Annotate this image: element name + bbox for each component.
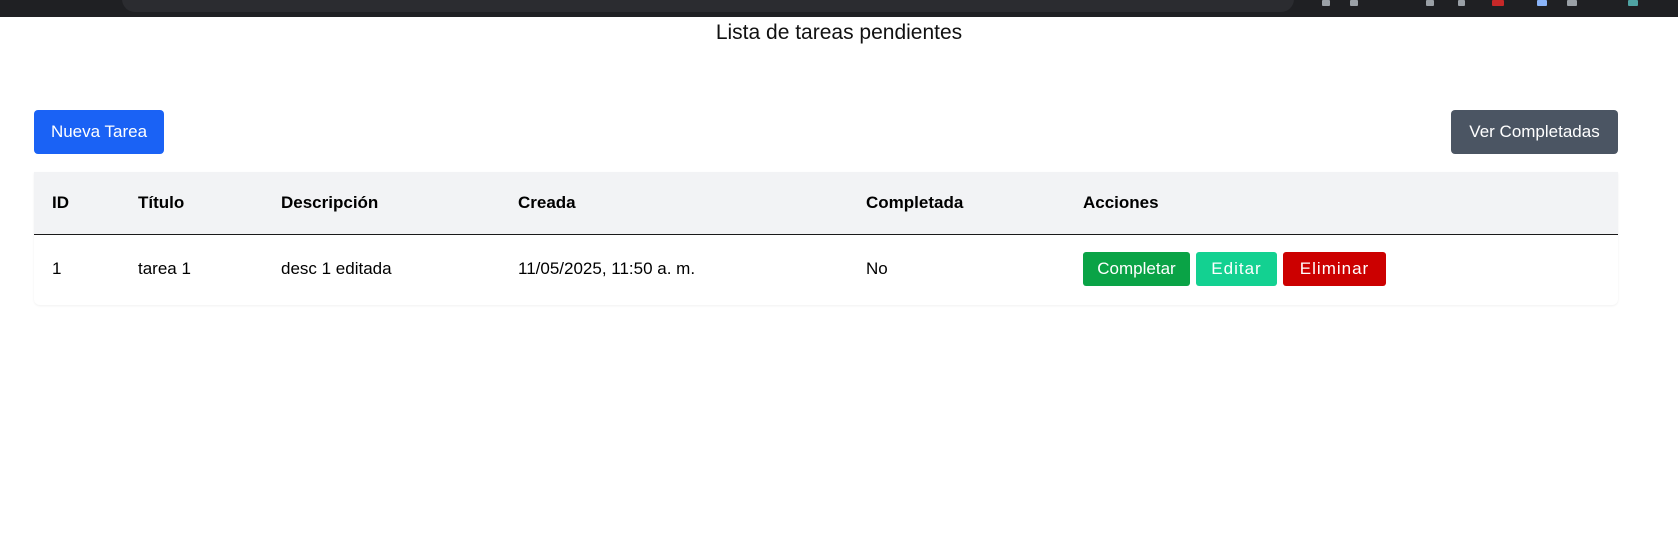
delete-task-button[interactable]: Eliminar bbox=[1283, 252, 1386, 287]
cell-completed: No bbox=[866, 259, 888, 279]
cell-created: 11/05/2025, 11:50 a. m. bbox=[518, 259, 696, 279]
column-header-created: Creada bbox=[518, 192, 576, 212]
browser-extension-icon[interactable] bbox=[1458, 0, 1465, 6]
tasks-table: ID Título Descripción Creada Completada … bbox=[34, 172, 1618, 304]
browser-extension-icon[interactable] bbox=[1426, 0, 1434, 6]
tasks-table-container: ID Título Descripción Creada Completada … bbox=[34, 172, 1618, 305]
edit-task-button[interactable]: Editar bbox=[1196, 252, 1277, 287]
new-task-button[interactable]: Nueva Tarea bbox=[34, 110, 164, 154]
browser-toolbar bbox=[0, 0, 1678, 17]
browser-extension-icon[interactable] bbox=[1537, 0, 1547, 6]
address-bar[interactable] bbox=[122, 0, 1294, 12]
cell-title: tarea 1 bbox=[138, 259, 191, 279]
cell-id: 1 bbox=[52, 259, 62, 279]
table-row: 1 tarea 1 desc 1 editada 11/05/2025, 11:… bbox=[34, 234, 1618, 304]
browser-extension-icon[interactable] bbox=[1322, 0, 1330, 6]
column-header-title: Título bbox=[138, 192, 185, 212]
column-header-actions: Acciones bbox=[1083, 192, 1159, 212]
browser-extension-icon[interactable] bbox=[1350, 0, 1358, 6]
complete-task-button[interactable]: Completar bbox=[1083, 252, 1190, 287]
column-header-description: Descripción bbox=[281, 192, 379, 212]
cell-description: desc 1 editada bbox=[281, 259, 392, 279]
column-header-completed: Completada bbox=[866, 192, 964, 212]
cell-actions: Completar Editar Eliminar bbox=[1065, 234, 1618, 304]
column-header-id: ID bbox=[52, 192, 69, 212]
browser-extension-icon[interactable] bbox=[1492, 0, 1504, 6]
browser-extension-icon[interactable] bbox=[1628, 0, 1638, 6]
browser-extension-icon[interactable] bbox=[1567, 0, 1577, 6]
view-completed-button[interactable]: Ver Completadas bbox=[1451, 110, 1618, 154]
page-title: Lista de tareas pendientes bbox=[715, 21, 963, 44]
table-header-row: ID Título Descripción Creada Completada … bbox=[34, 172, 1618, 234]
